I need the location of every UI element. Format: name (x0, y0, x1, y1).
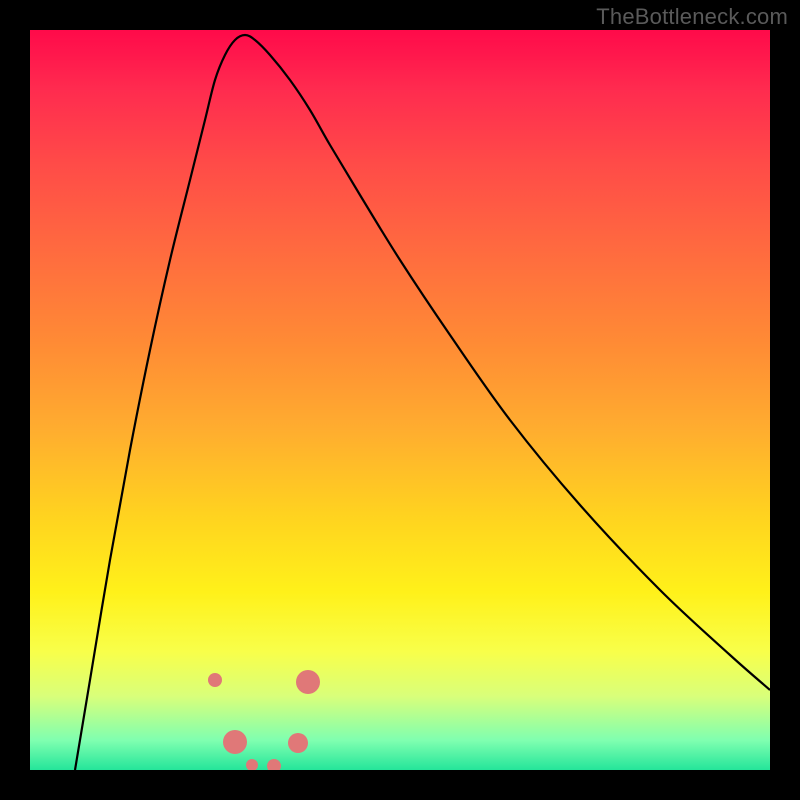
dot-right-lower (288, 733, 308, 753)
dot-right-upper (296, 670, 320, 694)
dot-left-lower (223, 730, 247, 754)
curve-markers (208, 670, 320, 770)
dot-bottom-2 (267, 759, 281, 770)
curve-layer (30, 30, 770, 770)
bottleneck-curve (75, 35, 770, 770)
chart-frame: TheBottleneck.com (0, 0, 800, 800)
dot-bottom-1 (246, 759, 258, 770)
dot-left-upper (208, 673, 222, 687)
watermark-text: TheBottleneck.com (596, 4, 788, 30)
plot-area (30, 30, 770, 770)
